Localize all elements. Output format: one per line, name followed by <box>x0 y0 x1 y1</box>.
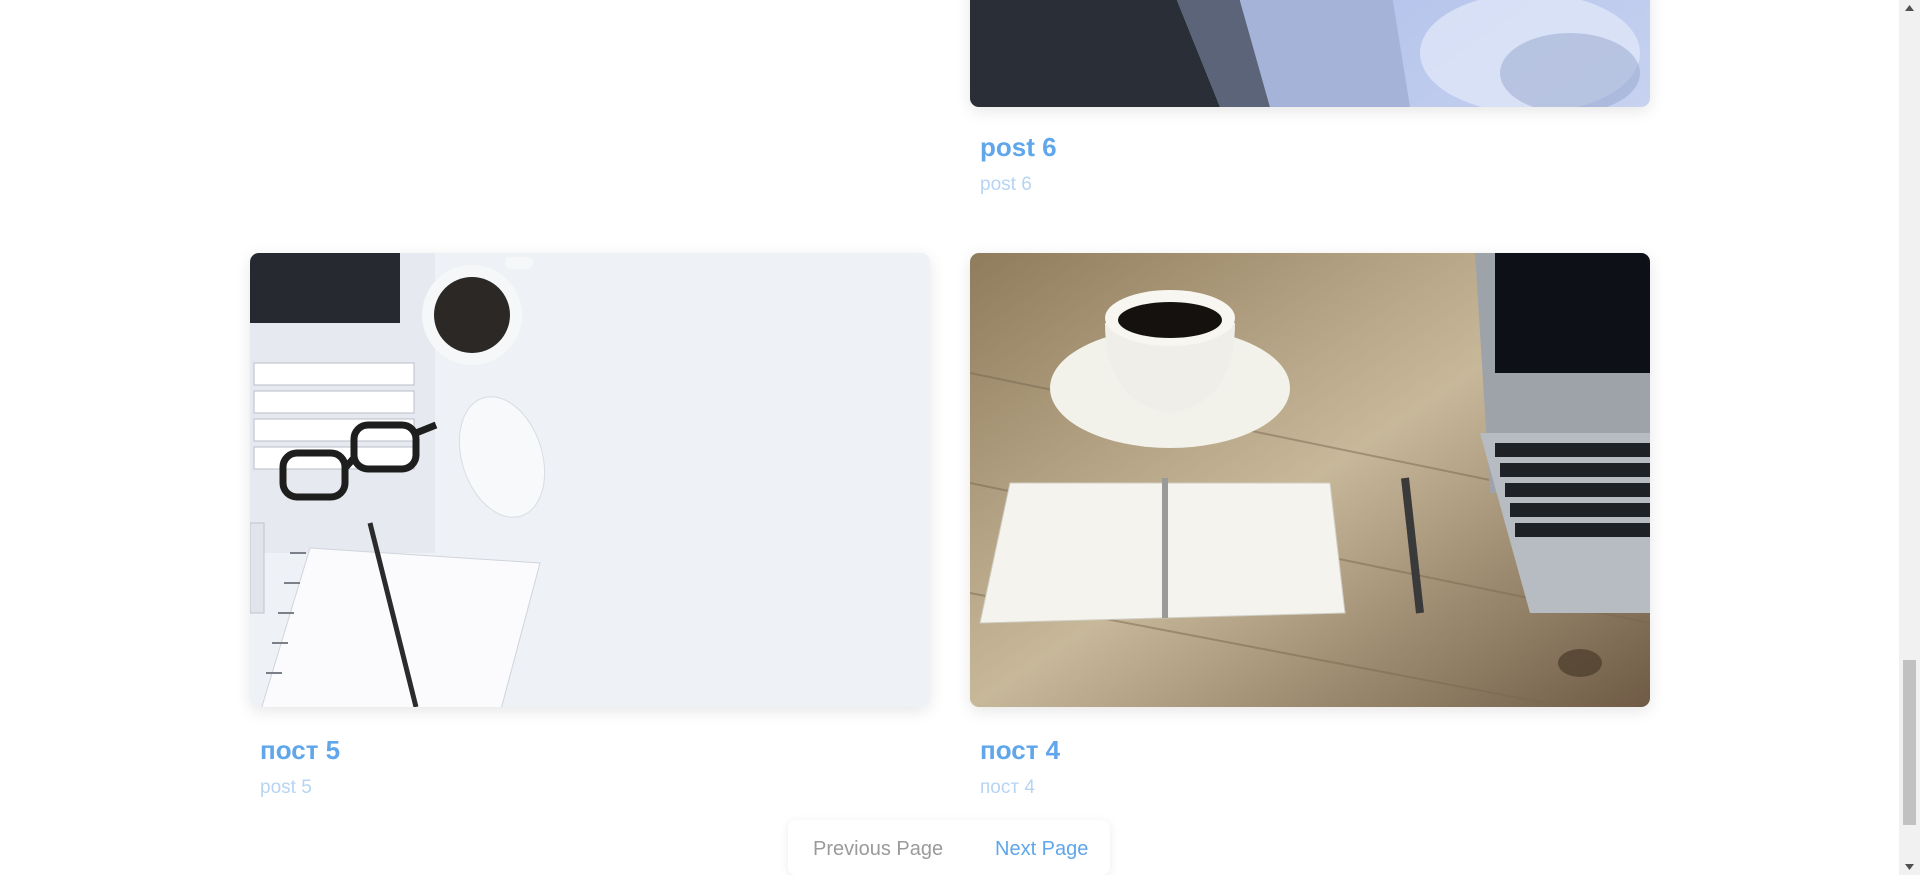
next-page-button[interactable]: Next Page <box>995 838 1088 861</box>
post-4-excerpt: пост 4 <box>980 777 1035 798</box>
post-5-image[interactable] <box>250 253 930 707</box>
vertical-scrollbar[interactable] <box>1899 0 1920 875</box>
pagination: Previous Page Next Page <box>788 820 1110 875</box>
post-card-6[interactable]: post 6 post 6 <box>970 0 1650 213</box>
scroll-down-arrow-icon[interactable] <box>1899 858 1920 875</box>
post-6-excerpt: post 6 <box>980 174 1032 195</box>
post-4-image[interactable] <box>970 253 1650 707</box>
post-card-4[interactable]: пост 4 пост 4 <box>970 253 1650 813</box>
page-viewport: post 6 post 6 пост 5 post 5 пост 4 пост … <box>0 0 1899 875</box>
post-6-title[interactable]: post 6 <box>980 132 1057 163</box>
scrollbar-thumb[interactable] <box>1903 660 1916 825</box>
post-5-excerpt: post 5 <box>260 777 312 798</box>
previous-page-button[interactable]: Previous Page <box>813 838 943 861</box>
scroll-up-arrow-icon[interactable] <box>1899 0 1920 17</box>
post-4-title[interactable]: пост 4 <box>980 735 1060 766</box>
post-5-title[interactable]: пост 5 <box>260 735 340 766</box>
post-card-5[interactable]: пост 5 post 5 <box>250 253 930 813</box>
post-6-image[interactable] <box>970 0 1650 107</box>
